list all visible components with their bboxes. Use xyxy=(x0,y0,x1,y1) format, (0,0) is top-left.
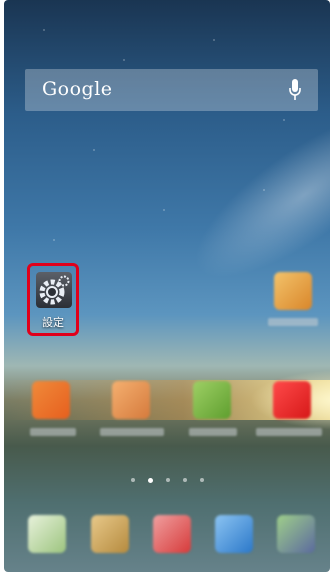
apps-drawer-icon[interactable] xyxy=(277,515,315,553)
blurred-app-icon[interactable] xyxy=(274,272,312,310)
google-search-bar[interactable]: Google xyxy=(25,69,318,111)
blurred-app-label xyxy=(100,428,164,436)
microphone-icon[interactable] xyxy=(288,78,302,102)
mail-app-icon[interactable] xyxy=(153,515,191,553)
home-screen: Google 設定 xyxy=(4,0,330,572)
settings-app-label: 設定 xyxy=(42,316,64,329)
blurred-app-icon[interactable] xyxy=(32,381,70,419)
settings-app-highlight[interactable]: 設定 xyxy=(27,263,79,336)
page-dot[interactable] xyxy=(183,478,187,482)
blurred-app-label xyxy=(30,428,76,436)
blurred-app-label xyxy=(256,428,322,436)
page-dot[interactable] xyxy=(166,478,170,482)
browser-app-icon[interactable] xyxy=(215,515,253,553)
page-indicator xyxy=(131,478,204,483)
page-dot[interactable] xyxy=(200,478,204,482)
blurred-app-label xyxy=(268,318,318,326)
page-dot[interactable] xyxy=(131,478,135,482)
blurred-app-icon[interactable] xyxy=(112,381,150,419)
dock xyxy=(4,506,330,572)
page-dot-active[interactable] xyxy=(148,478,153,483)
blurred-app-icon[interactable] xyxy=(273,381,311,419)
blurred-app-label xyxy=(189,428,237,436)
gear-icon[interactable] xyxy=(36,272,72,308)
blurred-app-icon[interactable] xyxy=(193,381,231,419)
contacts-app-icon[interactable] xyxy=(91,515,129,553)
google-logo: Google xyxy=(42,78,113,100)
phone-app-icon[interactable] xyxy=(28,515,66,553)
